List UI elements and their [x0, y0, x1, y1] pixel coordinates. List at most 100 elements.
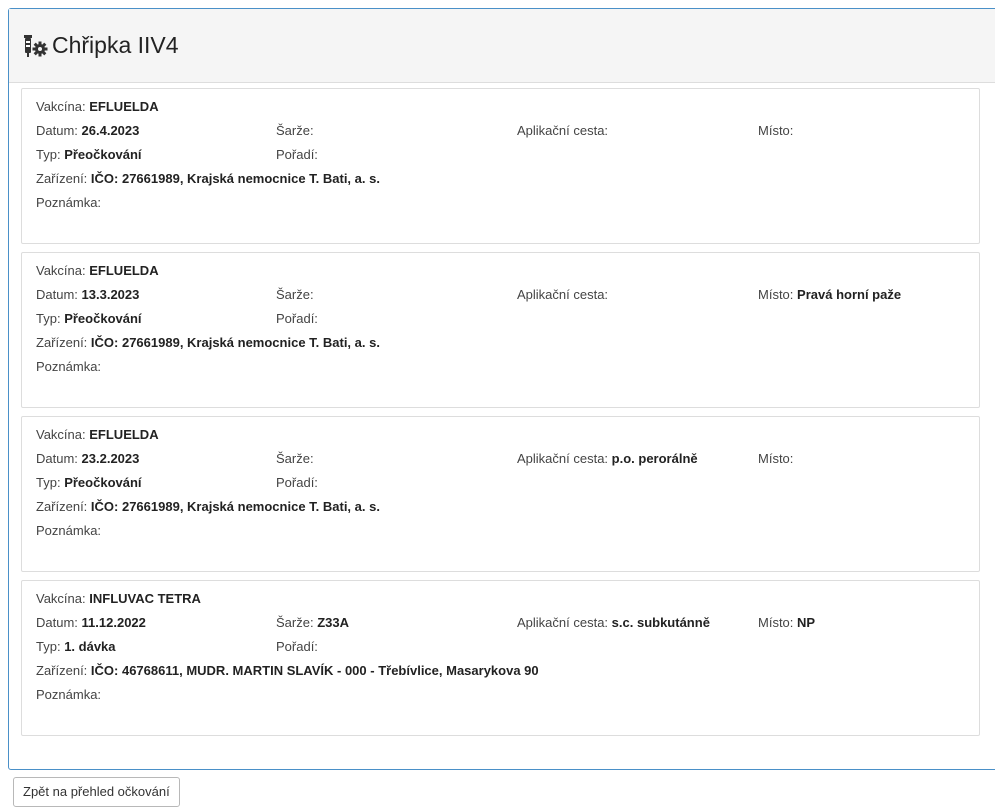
- type-field-label: Typ:: [36, 311, 61, 326]
- site-field-label: Místo:: [758, 287, 794, 302]
- vaccine-field-label: Vakcína:: [36, 263, 86, 278]
- record-row: Datum: 23.2.2023 Šarže: Aplikační cesta: …: [29, 447, 979, 471]
- route-field-label: Aplikační cesta:: [517, 123, 609, 138]
- note-field-label: Poznámka:: [36, 195, 102, 210]
- record-row: Vakcína: EFLUELDA: [29, 95, 979, 119]
- vaccination-record: Vakcína: INFLUVAC TETRA Datum: 11.12.2022…: [21, 580, 980, 736]
- type-field-value: Přeočkování: [64, 311, 142, 326]
- record-row: Zařízení: IČO: 27661989, Krajská nemocni…: [29, 167, 979, 191]
- vaccine-field-value: INFLUVAC TETRA: [89, 591, 201, 606]
- vaccine-field-label: Vakcína:: [36, 591, 86, 606]
- batch-field-label: Šarže:: [276, 123, 314, 138]
- vaccine-field: Vakcína: EFLUELDA: [36, 259, 159, 283]
- record-row: Vakcína: EFLUELDA: [29, 259, 979, 283]
- vaccination-record: Vakcína: EFLUELDA Datum: 23.2.2023 Šarže: …: [21, 416, 980, 572]
- vaccine-field-label: Vakcína:: [36, 427, 86, 442]
- facility-field: Zařízení: IČO: 46768611, MUDR. MARTIN SL…: [36, 659, 539, 683]
- route-field-value: s.c. subkutánně: [611, 615, 710, 630]
- order-field: Pořadí:: [276, 143, 318, 167]
- note-field: Poznámka:: [36, 191, 101, 215]
- site-field: Místo: Pravá horní paže: [758, 283, 901, 307]
- site-field-value: Pravá horní paže: [797, 287, 902, 302]
- note-field-label: Poznámka:: [36, 359, 102, 374]
- vaccine-field-value: EFLUELDA: [89, 263, 159, 278]
- date-field-label: Datum:: [36, 615, 78, 630]
- type-field-label: Typ:: [36, 147, 61, 162]
- record-row: Datum: 13.3.2023 Šarže: Aplikační cesta: …: [29, 283, 979, 307]
- facility-field: Zařízení: IČO: 27661989, Krajská nemocni…: [36, 167, 380, 191]
- route-field-label: Aplikační cesta:: [517, 615, 609, 630]
- vaccine-field: Vakcína: EFLUELDA: [36, 95, 159, 119]
- facility-field-value: IČO: 27661989, Krajská nemocnice T. Bati…: [90, 171, 380, 186]
- type-field: Typ: 1. dávka: [36, 635, 116, 659]
- vaccine-gear-icon: [22, 34, 48, 58]
- facility-field-value: IČO: 27661989, Krajská nemocnice T. Bati…: [90, 335, 380, 350]
- record-row: Poznámka:: [29, 191, 979, 215]
- route-field-label: Aplikační cesta:: [517, 451, 609, 466]
- date-field: Datum: 13.3.2023: [36, 283, 139, 307]
- batch-field-value: Z33A: [317, 615, 349, 630]
- vaccine-field-value: EFLUELDA: [89, 427, 159, 442]
- record-row: Poznámka:: [29, 355, 979, 379]
- date-field: Datum: 26.4.2023: [36, 119, 139, 143]
- vaccination-records-list: Vakcína: EFLUELDA Datum: 26.4.2023 Šarže: …: [21, 88, 980, 744]
- type-field-label: Typ:: [36, 639, 61, 654]
- facility-field: Zařízení: IČO: 27661989, Krajská nemocni…: [36, 495, 380, 519]
- vaccine-field-label: Vakcína:: [36, 99, 86, 114]
- facility-field-value: IČO: 27661989, Krajská nemocnice T. Bati…: [90, 499, 380, 514]
- type-field: Typ: Přeočkování: [36, 307, 142, 331]
- date-field-value: 11.12.2022: [81, 615, 146, 630]
- date-field: Datum: 23.2.2023: [36, 447, 139, 471]
- batch-field: Šarže:: [276, 283, 314, 307]
- date-field-value: 13.3.2023: [81, 287, 140, 302]
- record-row: Vakcína: EFLUELDA: [29, 423, 979, 447]
- date-field-label: Datum:: [36, 451, 78, 466]
- record-row: Typ: Přeočkování Pořadí:: [29, 307, 979, 331]
- vaccine-field: Vakcína: INFLUVAC TETRA: [36, 587, 201, 611]
- record-row: Typ: 1. dávka Pořadí:: [29, 635, 979, 659]
- record-row: Datum: 26.4.2023 Šarže: Aplikační cesta: …: [29, 119, 979, 143]
- site-field-value: NP: [797, 615, 816, 630]
- site-field: Místo:: [758, 447, 793, 471]
- panel-heading: Chřipka IIV4: [9, 9, 995, 83]
- record-row: Zařízení: IČO: 27661989, Krajská nemocni…: [29, 331, 979, 355]
- route-field-value: p.o. perorálně: [611, 451, 698, 466]
- note-field: Poznámka:: [36, 519, 101, 543]
- date-field-value: 23.2.2023: [81, 451, 140, 466]
- type-field-label: Typ:: [36, 475, 61, 490]
- date-field-label: Datum:: [36, 287, 78, 302]
- type-field: Typ: Přeočkování: [36, 471, 142, 495]
- order-field-label: Pořadí:: [276, 311, 318, 326]
- record-row: Typ: Přeočkování Pořadí:: [29, 143, 979, 167]
- type-field-value: Přeočkování: [64, 147, 142, 162]
- note-field-label: Poznámka:: [36, 523, 102, 538]
- route-field: Aplikační cesta: p.o. perorálně: [517, 447, 698, 471]
- type-field: Typ: Přeočkování: [36, 143, 142, 167]
- vaccination-record: Vakcína: EFLUELDA Datum: 26.4.2023 Šarže: …: [21, 88, 980, 244]
- batch-field: Šarže:: [276, 447, 314, 471]
- record-row: Typ: Přeočkování Pořadí:: [29, 471, 979, 495]
- record-row: Vakcína: INFLUVAC TETRA: [29, 587, 979, 611]
- record-row: Poznámka:: [29, 683, 979, 707]
- record-row: Zařízení: IČO: 27661989, Krajská nemocni…: [29, 495, 979, 519]
- site-field: Místo: NP: [758, 611, 815, 635]
- batch-field-label: Šarže:: [276, 451, 314, 466]
- facility-field-value: IČO: 46768611, MUDR. MARTIN SLAVÍK - 000…: [90, 663, 539, 678]
- batch-field: Šarže: Z33A: [276, 611, 349, 635]
- record-row: Zařízení: IČO: 46768611, MUDR. MARTIN SL…: [29, 659, 979, 683]
- back-to-overview-button[interactable]: Zpět na přehled očkování: [13, 777, 180, 807]
- route-field: Aplikační cesta:: [517, 283, 608, 307]
- note-field-label: Poznámka:: [36, 687, 102, 702]
- order-field-label: Pořadí:: [276, 475, 318, 490]
- route-field: Aplikační cesta:: [517, 119, 608, 143]
- vaccine-field: Vakcína: EFLUELDA: [36, 423, 159, 447]
- vaccine-field-value: EFLUELDA: [89, 99, 159, 114]
- route-field-label: Aplikační cesta:: [517, 287, 609, 302]
- order-field-label: Pořadí:: [276, 147, 318, 162]
- facility-field-label: Zařízení:: [36, 171, 88, 186]
- type-field-value: 1. dávka: [64, 639, 116, 654]
- date-field: Datum: 11.12.2022: [36, 611, 146, 635]
- type-field-value: Přeočkování: [64, 475, 142, 490]
- site-field-label: Místo:: [758, 451, 794, 466]
- batch-field-label: Šarže:: [276, 615, 314, 630]
